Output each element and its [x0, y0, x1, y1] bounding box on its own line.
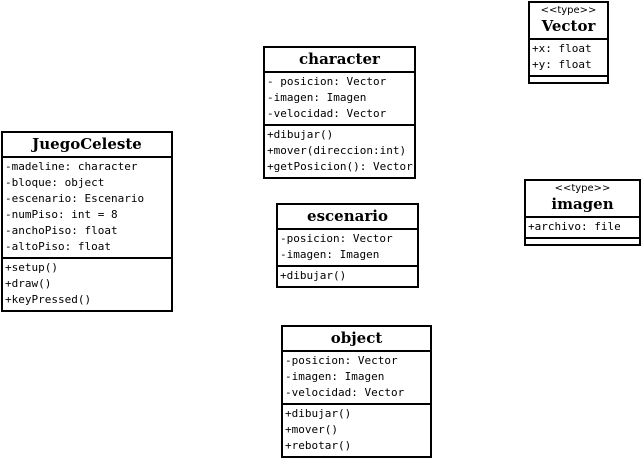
class-header: escenario: [278, 205, 417, 230]
class-header: character: [265, 48, 414, 73]
attribute-row: -escenario: Escenario: [5, 192, 145, 205]
attribute-row: -imagen: Imagen: [285, 370, 385, 383]
attribute-row: -imagen: Imagen: [267, 91, 367, 104]
attribute-row: -velocidad: Vector: [285, 386, 405, 399]
class-imagen: <<type>> imagen +archivo: file: [524, 179, 641, 246]
attribute-row: +y: float: [532, 58, 592, 71]
attribute-row: +archivo: file: [528, 220, 621, 233]
attribute-row: -madeline: character: [5, 160, 138, 173]
attributes-section: -posicion: Vector -imagen: Imagen: [278, 230, 417, 267]
class-name: imagen: [551, 195, 614, 213]
method-row: +mover(direccion:int): [267, 144, 407, 157]
attribute-row: -bloque: object: [5, 176, 105, 189]
attribute-row: -imagen: Imagen: [280, 248, 380, 261]
attribute-row: -numPiso: int = 8: [5, 208, 118, 221]
methods-section: +dibujar(): [278, 267, 417, 286]
class-stereotype: <<type>>: [554, 183, 611, 194]
attribute-row: -altoPiso: float: [5, 240, 111, 253]
class-header: <<type>> imagen: [526, 181, 639, 218]
attributes-section: -posicion: Vector -imagen: Imagen -veloc…: [283, 352, 430, 405]
attribute-row: -velocidad: Vector: [267, 107, 387, 120]
class-name: JuegoCeleste: [32, 135, 142, 153]
attributes-section: - posicion: Vector -imagen: Imagen -velo…: [265, 73, 414, 126]
methods-section: +dibujar() +mover() +rebotar(): [283, 405, 430, 456]
attributes-section: +archivo: file: [526, 218, 639, 239]
method-row: +getPosicion(): Vector: [267, 160, 413, 173]
class-name: escenario: [307, 207, 388, 225]
methods-section: +dibujar() +mover(direccion:int) +getPos…: [265, 126, 414, 177]
method-row: +mover(): [285, 423, 338, 436]
attributes-section: +x: float +y: float: [530, 40, 607, 77]
attribute-row: -posicion: Vector: [280, 232, 393, 245]
attributes-section: -madeline: character -bloque: object -es…: [3, 158, 171, 259]
class-stereotype: <<type>>: [540, 5, 597, 16]
class-header: <<type>> Vector: [530, 3, 607, 40]
attribute-row: - posicion: Vector: [267, 75, 387, 88]
attribute-row: +x: float: [532, 42, 592, 55]
method-row: +dibujar(): [280, 269, 347, 282]
method-row: +dibujar(): [267, 128, 334, 141]
class-object: object -posicion: Vector -imagen: Imagen…: [281, 325, 432, 458]
class-name: Vector: [541, 17, 596, 35]
class-character: character - posicion: Vector -imagen: Im…: [263, 46, 416, 179]
methods-section: [530, 77, 607, 82]
method-row: +draw(): [5, 277, 52, 290]
class-name: character: [299, 50, 380, 68]
class-header: object: [283, 327, 430, 352]
method-row: +dibujar(): [285, 407, 352, 420]
method-row: +rebotar(): [285, 439, 352, 452]
method-row: +setup(): [5, 261, 58, 274]
class-escenario: escenario -posicion: Vector -imagen: Ima…: [276, 203, 419, 288]
attribute-row: -posicion: Vector: [285, 354, 398, 367]
methods-section: [526, 239, 639, 244]
class-juegoceleste: JuegoCeleste -madeline: character -bloqu…: [1, 131, 173, 312]
class-vector: <<type>> Vector +x: float +y: float: [528, 1, 609, 84]
methods-section: +setup() +draw() +keyPressed(): [3, 259, 171, 310]
class-header: JuegoCeleste: [3, 133, 171, 158]
method-row: +keyPressed(): [5, 293, 92, 306]
class-name: object: [330, 329, 383, 347]
attribute-row: -anchoPiso: float: [5, 224, 118, 237]
